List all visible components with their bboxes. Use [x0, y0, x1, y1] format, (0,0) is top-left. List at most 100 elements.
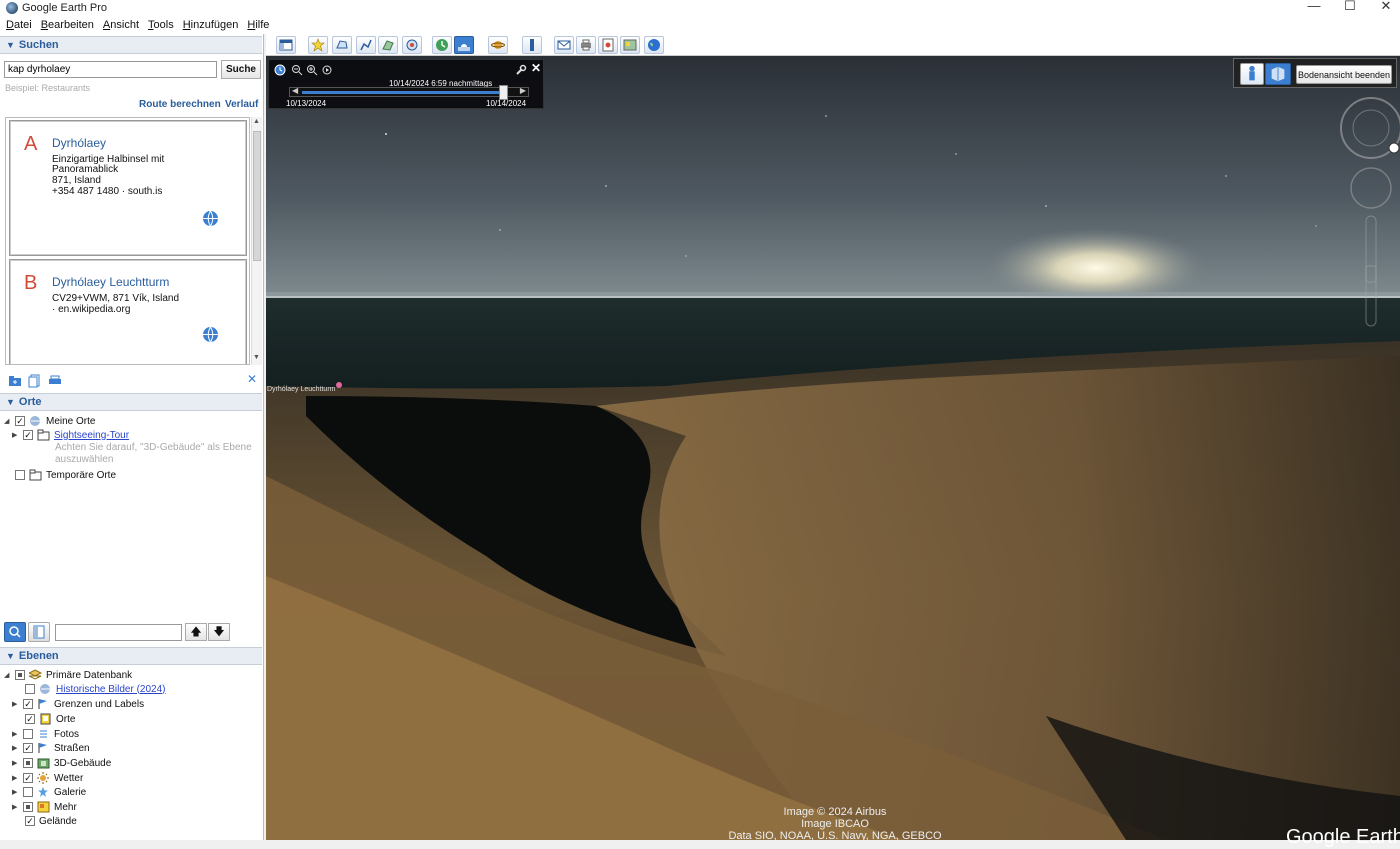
add-path-button[interactable] [356, 36, 376, 54]
search-result-a[interactable]: A Dyrhólaey Einzigartige Halbinsel mit P… [9, 120, 247, 256]
menu-bearbeiten[interactable]: Bearbeiten [41, 19, 94, 31]
zoom-out-icon[interactable] [291, 64, 303, 76]
tree-item-primary-database[interactable]: ◢ Primäre Datenbank [4, 668, 132, 682]
move-up-button[interactable]: 🡅 [185, 623, 207, 641]
checkbox[interactable]: ✓ [15, 416, 25, 426]
scrollbar-thumb[interactable] [253, 131, 261, 261]
planets-button[interactable] [488, 36, 508, 54]
ground-view-button[interactable] [1265, 63, 1291, 85]
layer-places[interactable]: ✓ Orte [25, 712, 75, 726]
minimize-button[interactable]: — [1294, 0, 1334, 14]
tree-item-my-places[interactable]: ◢ ✓ Meine Orte [4, 414, 95, 428]
checkbox[interactable]: ✓ [25, 714, 35, 724]
checkbox[interactable]: ✓ [23, 773, 33, 783]
scroll-down-icon[interactable]: ▼ [253, 354, 260, 361]
layer-borders-labels[interactable]: ▶ ✓ Grenzen und Labels [12, 697, 144, 711]
zoom-slider-thumb[interactable] [1365, 265, 1377, 283]
end-ground-view-button[interactable]: Bodenansicht beenden [1296, 65, 1392, 84]
step-back-icon[interactable]: ◀ [292, 86, 298, 95]
move-joystick[interactable] [1350, 167, 1392, 209]
add-image-overlay-button[interactable] [378, 36, 398, 54]
menu-datei[interactable]: Datei [6, 19, 32, 31]
ruler-button[interactable] [522, 36, 542, 54]
menu-hilfe[interactable]: Hilfe [247, 19, 269, 31]
search-button[interactable]: Suche [221, 60, 261, 79]
layer-roads[interactable]: ▶ ✓ Straßen [12, 741, 90, 755]
time-slider-thumb[interactable] [498, 85, 508, 100]
checkbox[interactable] [25, 684, 35, 694]
search-section-header[interactable]: ▼ Suchen [0, 36, 262, 54]
move-down-button[interactable]: 🡇 [208, 623, 230, 641]
toggle-panel-button[interactable] [28, 622, 50, 642]
layer-terrain[interactable]: ✓ Gelände [25, 814, 77, 828]
search-result-b[interactable]: B Dyrhólaey Leuchtturm CV29+VWM, 871 Vík… [9, 259, 247, 364]
expand-triangle-icon[interactable]: ▶ [12, 700, 20, 708]
result-name[interactable]: Dyrhólaey Leuchtturm [52, 275, 169, 289]
time-slider-track[interactable]: ◀ ▶ [289, 85, 529, 100]
sidebar-toggle-button[interactable] [276, 36, 296, 54]
checkbox[interactable] [15, 470, 25, 480]
expand-triangle-icon[interactable]: ▶ [12, 730, 20, 738]
replay-icon[interactable] [321, 64, 333, 76]
search-input[interactable] [4, 61, 217, 78]
expand-triangle-icon[interactable]: ▶ [12, 774, 20, 782]
expand-triangle-icon[interactable]: ▶ [12, 803, 20, 811]
expand-triangle-icon[interactable]: ◢ [4, 417, 12, 425]
history-link[interactable]: Verlauf [225, 99, 258, 110]
checkbox-partial[interactable] [23, 758, 33, 768]
add-folder-icon[interactable] [8, 374, 22, 388]
tree-item-sightseeing-tour[interactable]: ▶ ✓ Sightseeing-Tour [12, 428, 129, 442]
add-polygon-button[interactable] [332, 36, 352, 54]
wrench-icon[interactable] [515, 64, 527, 76]
sunlight-button[interactable] [454, 36, 474, 54]
layers-search-input[interactable] [55, 624, 182, 641]
layer-more[interactable]: ▶ Mehr [12, 800, 77, 814]
compass-north-icon[interactable] [1388, 142, 1400, 154]
add-placemark-button[interactable] [308, 36, 328, 54]
globe-icon[interactable] [202, 326, 219, 343]
save-image-button[interactable] [598, 36, 618, 54]
layer-weather[interactable]: ▶ ✓ Wetter [12, 771, 83, 785]
expand-triangle-icon[interactable]: ▶ [12, 744, 20, 752]
checkbox[interactable]: ✓ [23, 743, 33, 753]
print-icon[interactable] [48, 374, 62, 388]
places-section-header[interactable]: ▼ Orte [0, 393, 262, 411]
print-button[interactable] [576, 36, 596, 54]
tree-item-temporary-places[interactable]: Temporäre Orte [15, 468, 116, 482]
close-button[interactable]: ✕ [1366, 0, 1400, 14]
zoom-in-icon[interactable] [306, 64, 318, 76]
search-layers-button[interactable] [4, 622, 26, 642]
menu-hinzufuegen[interactable]: Hinzufügen [183, 19, 239, 31]
expand-triangle-icon[interactable]: ▶ [12, 759, 20, 767]
email-button[interactable] [554, 36, 574, 54]
expand-triangle-icon[interactable]: ▶ [12, 431, 20, 439]
close-search-icon[interactable]: ✕ [247, 372, 257, 386]
copy-icon[interactable] [28, 374, 42, 388]
route-link[interactable]: Route berechnen [139, 99, 221, 110]
checkbox[interactable] [23, 729, 33, 739]
close-icon[interactable]: ✕ [531, 61, 541, 75]
menu-tools[interactable]: Tools [148, 19, 174, 31]
menu-ansicht[interactable]: Ansicht [103, 19, 139, 31]
results-scrollbar[interactable]: ▲ ▼ [251, 117, 262, 365]
result-name[interactable]: Dyrhólaey [52, 136, 106, 150]
step-forward-icon[interactable]: ▶ [520, 86, 526, 95]
scroll-up-icon[interactable]: ▲ [253, 118, 260, 125]
view-in-google-maps-button[interactable] [620, 36, 640, 54]
clock-icon[interactable] [274, 64, 286, 76]
earth-3d-view[interactable]: Dyrhólaey Leuchtturm [266, 56, 1400, 840]
earth-button[interactable] [644, 36, 664, 54]
checkbox-partial[interactable] [23, 802, 33, 812]
expand-triangle-icon[interactable]: ▶ [12, 788, 20, 796]
map-place-label[interactable]: Dyrhólaey Leuchtturm [267, 386, 335, 393]
layer-photos[interactable]: ▶ Fotos [12, 727, 79, 741]
checkbox-partial[interactable] [15, 670, 25, 680]
checkbox[interactable]: ✓ [23, 699, 33, 709]
layer-gallery[interactable]: ▶ Galerie [12, 785, 86, 799]
street-view-button[interactable] [1240, 63, 1264, 85]
globe-icon[interactable] [202, 210, 219, 227]
expand-triangle-icon[interactable]: ◢ [4, 671, 12, 679]
zoom-slider[interactable] [1365, 215, 1377, 327]
placemark-pin-icon[interactable] [336, 382, 342, 388]
maximize-button[interactable]: ☐ [1330, 0, 1370, 14]
